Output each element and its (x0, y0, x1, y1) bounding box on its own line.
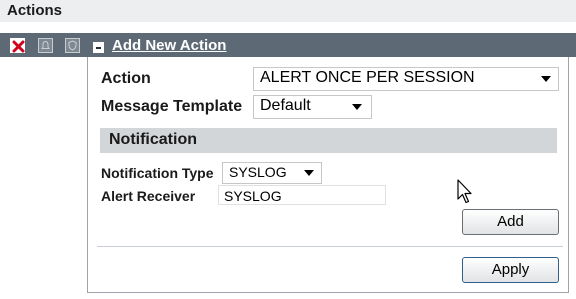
mouse-pointer-icon (457, 179, 473, 210)
actions-section-header: Actions (0, 0, 576, 22)
bell-icon[interactable] (38, 38, 53, 53)
minus-collapse-icon[interactable] (93, 42, 104, 53)
action-label: Action (101, 70, 151, 87)
add-button[interactable]: Add (462, 209, 559, 235)
divider (97, 246, 563, 247)
notification-type-label: Notification Type (101, 165, 214, 181)
message-template-select[interactable]: Default (253, 95, 372, 119)
shield-icon[interactable] (65, 38, 80, 53)
add-action-titlebar: Add New Action (0, 33, 576, 57)
message-template-value: Default (260, 97, 311, 114)
alert-receiver-label: Alert Receiver (101, 188, 196, 204)
notification-type-select[interactable]: SYSLOG (222, 162, 322, 184)
message-template-label: Message Template (101, 98, 243, 115)
close-icon[interactable] (10, 38, 25, 53)
chevron-down-icon (304, 170, 314, 176)
chevron-down-icon (541, 76, 551, 82)
action-select[interactable]: ALERT ONCE PER SESSION (253, 67, 559, 91)
chevron-down-icon (352, 104, 362, 110)
add-new-action-link[interactable]: Add New Action (112, 37, 226, 54)
action-select-value: ALERT ONCE PER SESSION (260, 69, 475, 86)
actions-section-title: Actions (7, 2, 63, 19)
notification-heading: Notification (109, 131, 197, 148)
notification-section-header: Notification (100, 128, 557, 153)
notification-type-value: SYSLOG (229, 164, 287, 180)
apply-button[interactable]: Apply (462, 257, 559, 283)
alert-receiver-value: SYSLOG (224, 188, 282, 204)
alert-receiver-field[interactable]: SYSLOG (218, 185, 386, 205)
